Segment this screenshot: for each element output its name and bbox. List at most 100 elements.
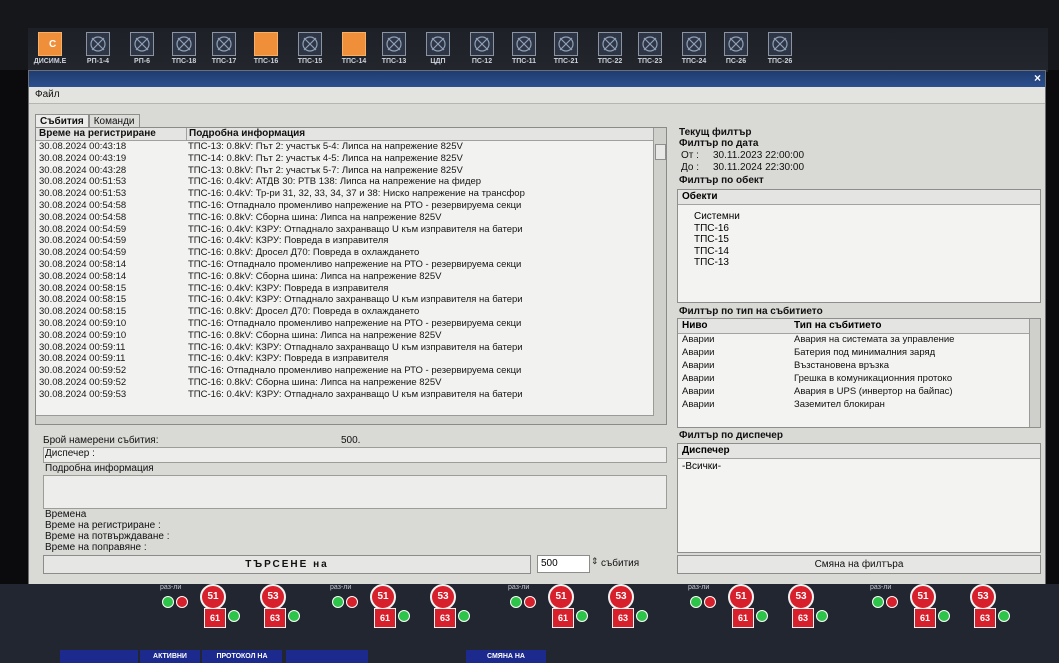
station-2[interactable]: РП-1-4: [78, 32, 118, 65]
found-value: 500.: [341, 435, 361, 446]
table-vscrollbar[interactable]: [653, 128, 666, 424]
dispatcher-item-all[interactable]: -Всички-: [678, 461, 1040, 472]
object-item[interactable]: ТПС-15: [678, 234, 1040, 246]
table-row[interactable]: 30.08.2024 00:58:14 ТПС-16: 0.8kV: Сборна…: [36, 271, 654, 283]
table-row[interactable]: 30.08.2024 00:59:10 ТПС-16: Отпаднало про…: [36, 318, 654, 330]
station-3[interactable]: РП-6: [122, 32, 162, 65]
station-6[interactable]: ТПС-16: [246, 32, 286, 65]
scroll-thumb[interactable]: [655, 144, 666, 160]
table-row[interactable]: 30.08.2024 00:51:53 ТПС-16: 0.4kV: Тр-ри …: [36, 188, 654, 200]
type-row[interactable]: Аварии Авария на системата за управление: [678, 334, 1040, 347]
type-row[interactable]: Аварии Възстановена връзка: [678, 360, 1040, 373]
breaker-61[interactable]: 61: [732, 608, 754, 628]
dispatcher-filter-title: Филтър по диспечер: [679, 430, 783, 441]
count-input[interactable]: 500: [537, 555, 590, 573]
nav-button-change[interactable]: СМЯНА НА: [466, 650, 546, 663]
switch-51[interactable]: 51: [910, 584, 936, 610]
types-vscrollbar[interactable]: [1029, 319, 1040, 427]
station-11[interactable]: ПС-12: [462, 32, 502, 65]
station-18[interactable]: ТПС-26: [760, 32, 800, 65]
station-label: ТПС-17: [211, 58, 237, 65]
tab-events[interactable]: Събития: [35, 114, 89, 128]
station-13[interactable]: ТПС-21: [546, 32, 586, 65]
station-4[interactable]: ТПС-18: [164, 32, 204, 65]
switch-51[interactable]: 51: [200, 584, 226, 610]
type-col-header[interactable]: Тип на събитието: [794, 319, 881, 333]
type-row[interactable]: Аварии Батерия под минималния заряд: [678, 347, 1040, 360]
table-row[interactable]: 30.08.2024 00:43:18 ТПС-13: 0.8kV: Път 2:…: [36, 141, 654, 153]
station-7[interactable]: ТПС-15: [290, 32, 330, 65]
station-17[interactable]: ПС-26: [716, 32, 756, 65]
table-row[interactable]: 30.08.2024 00:59:10 ТПС-16: 0.8kV: Сборна…: [36, 330, 654, 342]
table-row[interactable]: 30.08.2024 00:51:53 ТПС-16: 0.4kV: АТДВ 3…: [36, 176, 654, 188]
switch-53[interactable]: 53: [608, 584, 634, 610]
switch-53[interactable]: 53: [970, 584, 996, 610]
table-row[interactable]: 30.08.2024 00:59:11 ТПС-16: 0.4kV: КЗРУ: …: [36, 353, 654, 365]
table-row[interactable]: 30.08.2024 00:54:58 ТПС-16: Отпаднало про…: [36, 200, 654, 212]
table-row[interactable]: 30.08.2024 00:59:53 ТПС-16: 0.4kV: КЗРУ: …: [36, 389, 654, 401]
col-info-header[interactable]: Подробна информация: [189, 128, 305, 139]
nav-button-protocol[interactable]: ПРОТОКОЛ НА: [202, 650, 282, 663]
table-row[interactable]: 30.08.2024 00:54:58 ТПС-16: 0.8kV: Сборна…: [36, 212, 654, 224]
nav-button-4[interactable]: [286, 650, 368, 663]
table-row[interactable]: 30.08.2024 00:54:59 ТПС-16: 0.8kV: Дросел…: [36, 247, 654, 259]
table-row[interactable]: 30.08.2024 00:58:15 ТПС-16: 0.8kV: Дросел…: [36, 306, 654, 318]
station-16[interactable]: ТПС-24: [674, 32, 714, 65]
object-item[interactable]: ТПС-13: [678, 257, 1040, 269]
station-1[interactable]: С ДИСИМ.Е: [30, 32, 70, 65]
spin-arrows-icon[interactable]: ⇕: [591, 556, 599, 567]
table-row[interactable]: 30.08.2024 00:43:28 ТПС-13: 0.8kV: Път 2:…: [36, 165, 654, 177]
table-row[interactable]: 30.08.2024 00:59:52 ТПС-16: Отпаднало про…: [36, 365, 654, 377]
object-item[interactable]: Системни: [678, 211, 1040, 223]
switch-53[interactable]: 53: [260, 584, 286, 610]
breaker-63[interactable]: 63: [974, 608, 996, 628]
table-row[interactable]: 30.08.2024 00:54:59 ТПС-16: 0.4kV: КЗРУ: …: [36, 224, 654, 236]
switch-53[interactable]: 53: [788, 584, 814, 610]
station-8[interactable]: ТПС-14: [334, 32, 374, 65]
switch-53[interactable]: 53: [430, 584, 456, 610]
station-9[interactable]: ТПС-13: [374, 32, 414, 65]
breaker-63[interactable]: 63: [434, 608, 456, 628]
table-row[interactable]: 30.08.2024 00:58:15 ТПС-16: 0.4kV: КЗРУ: …: [36, 294, 654, 306]
breaker-63[interactable]: 63: [792, 608, 814, 628]
table-row[interactable]: 30.08.2024 00:54:59 ТПС-16: 0.4kV: КЗРУ: …: [36, 235, 654, 247]
station-10[interactable]: ЦДП: [418, 32, 458, 65]
tab-commands[interactable]: Команди: [88, 114, 140, 128]
table-row[interactable]: 30.08.2024 00:58:15 ТПС-16: 0.4kV: КЗРУ: …: [36, 283, 654, 295]
object-item[interactable]: ТПС-16: [678, 223, 1040, 235]
type-row[interactable]: Аварии Авария в UPS (инвертор на байпас): [678, 386, 1040, 399]
breaker-61[interactable]: 61: [204, 608, 226, 628]
change-filter-button[interactable]: Смяна на филтъра: [677, 555, 1041, 574]
station-5[interactable]: ТПС-17: [204, 32, 244, 65]
station-label: ТПС-11: [511, 58, 537, 65]
table-row[interactable]: 30.08.2024 00:59:11 ТПС-16: 0.4kV: КЗРУ: …: [36, 342, 654, 354]
object-filter-title: Филтър по обект: [679, 175, 764, 186]
schematic-label: раз-ли: [508, 584, 530, 591]
close-icon[interactable]: ×: [1034, 71, 1041, 85]
switch-51[interactable]: 51: [370, 584, 396, 610]
menu-file[interactable]: Файл: [35, 89, 60, 100]
type-row[interactable]: Аварии Заземител блокиран: [678, 399, 1040, 412]
nav-button-active[interactable]: АКТИВНИ: [140, 650, 200, 663]
breaker-63[interactable]: 63: [264, 608, 286, 628]
breaker-61[interactable]: 61: [552, 608, 574, 628]
nav-button-1[interactable]: [60, 650, 138, 663]
table-hscrollbar[interactable]: [36, 415, 654, 424]
breaker-61[interactable]: 61: [374, 608, 396, 628]
table-row[interactable]: 30.08.2024 00:59:52 ТПС-16: 0.8kV: Сборна…: [36, 377, 654, 389]
station-12[interactable]: ТПС-11: [504, 32, 544, 65]
level-col-header[interactable]: Ниво: [682, 320, 708, 331]
object-item[interactable]: ТПС-14: [678, 246, 1040, 258]
switch-51[interactable]: 51: [548, 584, 574, 610]
schematic-label: раз-ли: [330, 584, 352, 591]
table-row[interactable]: 30.08.2024 00:58:14 ТПС-16: Отпаднало про…: [36, 259, 654, 271]
type-row[interactable]: Аварии Грешка в комуникационния протоко: [678, 373, 1040, 386]
breaker-61[interactable]: 61: [914, 608, 936, 628]
breaker-63[interactable]: 63: [612, 608, 634, 628]
table-row[interactable]: 30.08.2024 00:43:19 ТПС-14: 0.8kV: Път 2:…: [36, 153, 654, 165]
station-14[interactable]: ТПС-22: [590, 32, 630, 65]
search-button[interactable]: ТЪРСЕНЕ на: [43, 555, 531, 574]
station-15[interactable]: ТПС-23: [630, 32, 670, 65]
switch-51[interactable]: 51: [728, 584, 754, 610]
col-time-header[interactable]: Време на регистриране: [39, 128, 156, 139]
